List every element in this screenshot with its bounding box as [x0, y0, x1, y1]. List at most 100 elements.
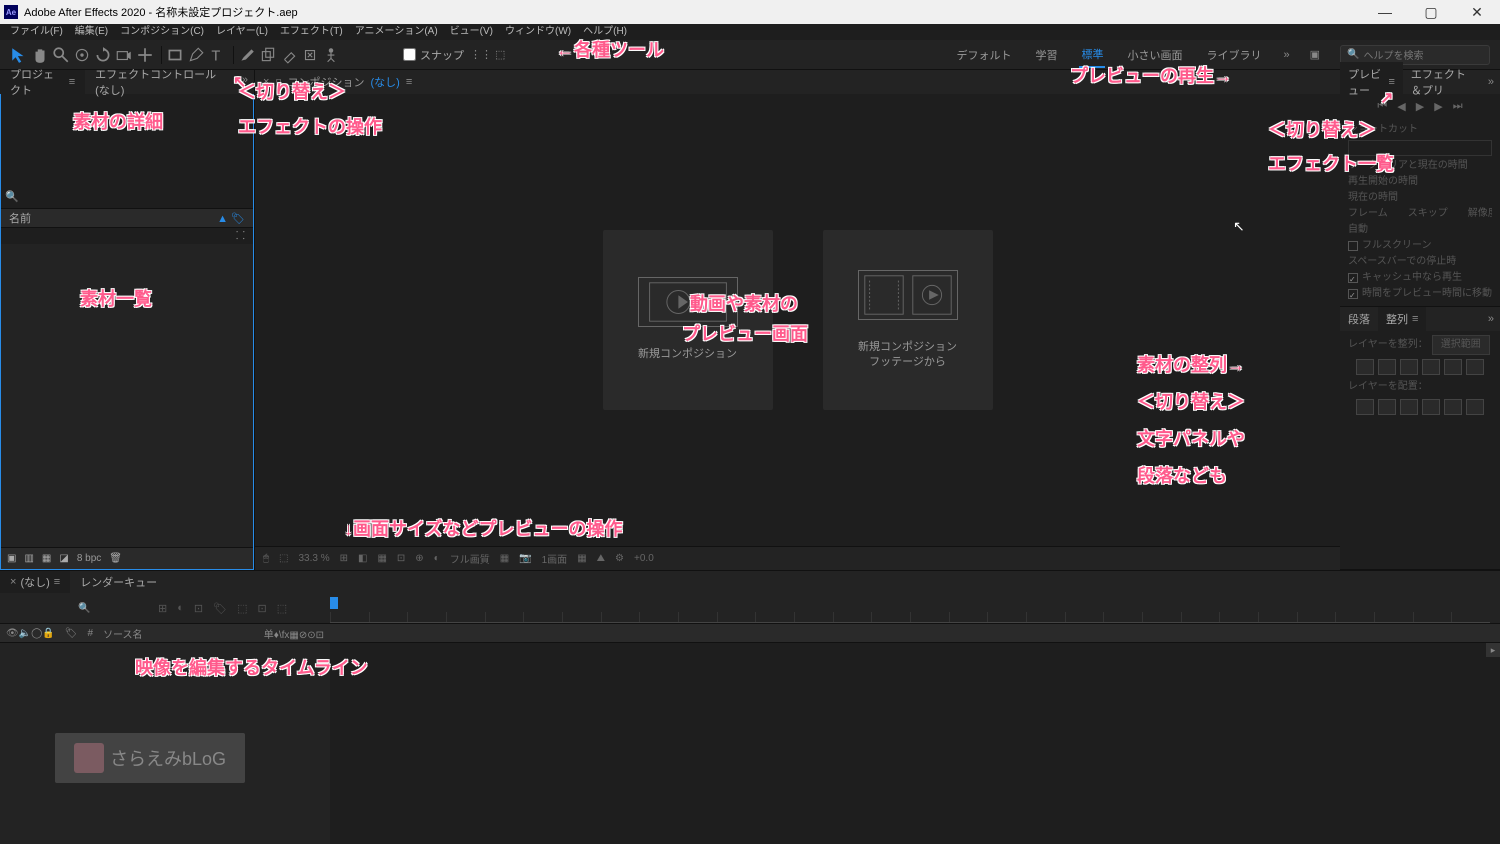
- camera-tool-icon[interactable]: [115, 46, 133, 64]
- view-count[interactable]: 1画面: [542, 551, 568, 566]
- play-icon[interactable]: ▶: [1416, 100, 1424, 113]
- minimize-button[interactable]: —: [1362, 0, 1408, 24]
- bpc-icon[interactable]: ◪: [59, 553, 68, 564]
- snap-toggle[interactable]: スナップ ⋮⋮ ⬚: [403, 47, 505, 63]
- maximize-button[interactable]: ▢: [1408, 0, 1454, 24]
- tl-ic7[interactable]: ⬚: [277, 602, 287, 615]
- menu-edit[interactable]: 編集(E): [69, 24, 114, 40]
- footer-ic9[interactable]: ▦: [500, 553, 509, 564]
- timeline-search[interactable]: 🔍: [78, 603, 148, 614]
- align-hcenter-icon[interactable]: [1378, 359, 1396, 375]
- workspace-small[interactable]: 小さい画面: [1125, 43, 1184, 67]
- footer-ic6[interactable]: ⊡: [397, 553, 405, 564]
- last-frame-icon[interactable]: ⏭: [1453, 100, 1463, 113]
- tab-effects-presets[interactable]: エフェクト＆プリ: [1403, 62, 1482, 102]
- snap-checkbox[interactable]: [403, 48, 416, 61]
- tab-effect-controls[interactable]: エフェクトコントロール (なし): [85, 70, 236, 94]
- workspace-standard[interactable]: 標準: [1079, 42, 1105, 68]
- trash-icon[interactable]: 🗑: [109, 553, 122, 564]
- menu-layer[interactable]: レイヤー(L): [210, 24, 274, 40]
- zoom-tool-icon[interactable]: [52, 46, 70, 64]
- footer-ic13[interactable]: ⚙: [615, 553, 624, 564]
- footer-ic7[interactable]: ⊕: [415, 553, 423, 564]
- dist-2-icon[interactable]: [1378, 399, 1396, 415]
- new-composition-card[interactable]: 新規コンポジション: [603, 230, 773, 410]
- tab-paragraph[interactable]: 段落: [1340, 307, 1378, 331]
- comp-close-icon[interactable]: ×: [263, 76, 269, 88]
- exposure[interactable]: +0.0: [634, 553, 654, 564]
- prev-frame-icon[interactable]: ◀: [1397, 100, 1405, 113]
- align-top-icon[interactable]: [1422, 359, 1440, 375]
- menu-help[interactable]: ヘルプ(H): [577, 24, 633, 40]
- dist-1-icon[interactable]: [1356, 399, 1374, 415]
- tl-ic6[interactable]: ⊡: [257, 602, 266, 615]
- playhead-icon[interactable]: [330, 597, 338, 609]
- col-source[interactable]: ソース名: [103, 626, 143, 641]
- menu-window[interactable]: ウィンドウ(W): [499, 24, 577, 40]
- menu-animation[interactable]: アニメーション(A): [349, 24, 444, 40]
- comp-lock-icon[interactable]: ▯: [275, 76, 281, 89]
- footer-ic1[interactable]: 🖱: [263, 553, 269, 564]
- footer-ic2[interactable]: ⬚: [279, 553, 288, 564]
- tl-ic2[interactable]: ◐: [177, 602, 184, 614]
- project-list[interactable]: [1, 244, 253, 547]
- tl-ic1[interactable]: ⊞: [158, 602, 167, 615]
- selection-tool-icon[interactable]: [10, 46, 28, 64]
- tab-align[interactable]: 整列≡: [1378, 307, 1426, 331]
- puppet-tool-icon[interactable]: [322, 46, 340, 64]
- new-from-footage-card[interactable]: 新規コンポジション フッテージから: [823, 230, 993, 410]
- footer-ic5[interactable]: ▦: [377, 553, 386, 564]
- zoom-level[interactable]: 33.3 %: [298, 553, 329, 564]
- eraser-tool-icon[interactable]: [280, 46, 298, 64]
- tab-preview[interactable]: プレビュー≡: [1340, 62, 1403, 102]
- tl-ic5[interactable]: ⬚: [237, 602, 247, 615]
- tl-ic3[interactable]: ⊡: [194, 602, 203, 615]
- timeline-tracks[interactable]: ▸: [330, 643, 1500, 844]
- menu-view[interactable]: ビュー(V): [444, 24, 499, 40]
- pv-fullscreen[interactable]: フルスクリーン: [1348, 238, 1492, 254]
- align-bottom-icon[interactable]: [1466, 359, 1484, 375]
- interpret-icon[interactable]: ▣: [7, 553, 16, 564]
- text-tool-icon[interactable]: T: [208, 46, 226, 64]
- workspace-switch-icon[interactable]: ▣: [1310, 48, 1320, 61]
- footer-ic12[interactable]: ⛰: [597, 553, 605, 564]
- align-vcenter-icon[interactable]: [1444, 359, 1462, 375]
- align-left-icon[interactable]: [1356, 359, 1374, 375]
- clone-tool-icon[interactable]: [259, 46, 277, 64]
- next-frame-icon[interactable]: ▶: [1434, 100, 1442, 113]
- sort-icon[interactable]: ▲ 🏷: [217, 212, 245, 225]
- rotation-tool-icon[interactable]: [94, 46, 112, 64]
- roto-tool-icon[interactable]: [301, 46, 319, 64]
- pv-shortcut-field[interactable]: [1348, 140, 1492, 156]
- workspace-library[interactable]: ライブラリ: [1204, 43, 1263, 67]
- orbit-tool-icon[interactable]: [73, 46, 91, 64]
- menu-effect[interactable]: エフェクト(T): [274, 24, 349, 40]
- timeline-end-icon[interactable]: ▸: [1486, 643, 1500, 657]
- close-button[interactable]: ✕: [1454, 0, 1500, 24]
- resolution[interactable]: フル画質: [450, 551, 490, 566]
- workspace-overflow-icon[interactable]: »: [1283, 49, 1289, 61]
- menu-composition[interactable]: コンポジション(C): [114, 24, 210, 40]
- comp-menu-icon[interactable]: ≡: [406, 76, 412, 88]
- pan-behind-tool-icon[interactable]: [136, 46, 154, 64]
- panel-overflow-icon[interactable]: »: [236, 70, 254, 94]
- composition-viewer[interactable]: 新規コンポジション 新規コンポジション フッテージから: [255, 94, 1340, 546]
- footer-ic8[interactable]: ◐: [434, 553, 440, 564]
- right-overflow-icon[interactable]: »: [1482, 72, 1500, 92]
- brush-tool-icon[interactable]: [238, 46, 256, 64]
- timeline-tab-render[interactable]: レンダーキュー: [70, 571, 167, 593]
- pen-tool-icon[interactable]: [187, 46, 205, 64]
- new-folder-icon[interactable]: ▥: [24, 553, 33, 564]
- project-search[interactable]: 🔍: [5, 186, 249, 206]
- dist-6-icon[interactable]: [1466, 399, 1484, 415]
- workspace-learn[interactable]: 学習: [1033, 43, 1059, 67]
- align-to-dropdown[interactable]: 選択範囲: [1432, 335, 1490, 355]
- dist-4-icon[interactable]: [1422, 399, 1440, 415]
- tl-ic4[interactable]: 🏷: [213, 602, 227, 615]
- dist-5-icon[interactable]: [1444, 399, 1462, 415]
- panel-menu-icon[interactable]: ≡: [69, 76, 75, 88]
- tab-project[interactable]: プロジェクト ≡: [0, 70, 85, 94]
- timeline-ruler[interactable]: [330, 593, 1500, 623]
- footer-ic11[interactable]: ▦: [577, 553, 586, 564]
- align-overflow-icon[interactable]: »: [1482, 309, 1500, 329]
